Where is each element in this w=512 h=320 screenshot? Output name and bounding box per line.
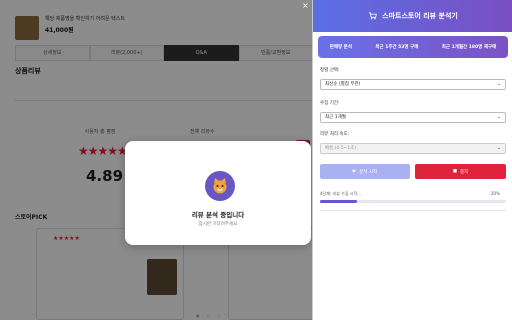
- loading-modal: 리뷰 분석 중입니다 잠시만 기다려주세요: [125, 141, 311, 245]
- progress-fill: [320, 200, 358, 203]
- progress-label: 4단계: 리뷰 수집 시작...: [320, 191, 361, 196]
- cart-icon: [368, 11, 377, 22]
- speed-select-value: 빠름 (0.5~1초): [325, 146, 357, 151]
- stop-icon: ■: [452, 169, 457, 174]
- stop-button-label: 중지: [459, 169, 469, 175]
- progress-percent: 20%: [491, 191, 500, 196]
- chevron-down-icon: ⌄: [496, 114, 501, 120]
- modal-title: 리뷰 분석 중입니다: [191, 211, 245, 219]
- stat-weekly-buyers: 최근 1주간 53명 구매: [375, 45, 419, 50]
- period-select[interactable]: 최근 1개월 ⌄: [320, 112, 506, 123]
- sort-label: 정렬 선택:: [320, 68, 340, 73]
- sort-select-value: 최신순 (별점 무관): [325, 82, 361, 87]
- chevron-down-icon: ⌄: [496, 145, 501, 151]
- sort-select[interactable]: 최신순 (별점 무관) ⌄: [320, 79, 506, 90]
- period-select-value: 최근 1개월: [325, 115, 346, 120]
- play-icon: ▶: [352, 169, 357, 174]
- stat-monthly-repurchase: 최근 1개월간 180명 재구매: [441, 45, 497, 50]
- panel-title: 스마트스토어 리뷰 분석기: [382, 12, 458, 20]
- modal-subtitle: 잠시만 기다려주세요: [198, 222, 238, 227]
- start-button-label: 분석 시작: [359, 169, 378, 175]
- speed-label: 리뷰 처리 속도:: [320, 132, 350, 137]
- progress-bar: [320, 200, 506, 203]
- stat-sales-analysis: 판매량 분석: [329, 45, 352, 50]
- cat-icon: [205, 171, 235, 201]
- period-label: 수집 기간:: [320, 101, 340, 106]
- panel-header: 스마트스토어 리뷰 분석기: [313, 0, 512, 32]
- review-analyzer-panel: 스마트스토어 리뷰 분석기 판매량 분석 최근 1주간 53명 구매 최근 1개…: [312, 0, 512, 320]
- sales-stats-banner: 판매량 분석 최근 1주간 53명 구매 최근 1개월간 180명 재구매: [318, 36, 508, 58]
- stop-button[interactable]: ■ 중지: [415, 164, 506, 179]
- speed-select[interactable]: 빠름 (0.5~1초) ⌄: [320, 143, 506, 154]
- start-analysis-button[interactable]: ▶ 분석 시작: [320, 164, 410, 179]
- chevron-down-icon: ⌄: [496, 81, 501, 87]
- close-icon[interactable]: ×: [302, 1, 309, 10]
- divider: [320, 210, 506, 211]
